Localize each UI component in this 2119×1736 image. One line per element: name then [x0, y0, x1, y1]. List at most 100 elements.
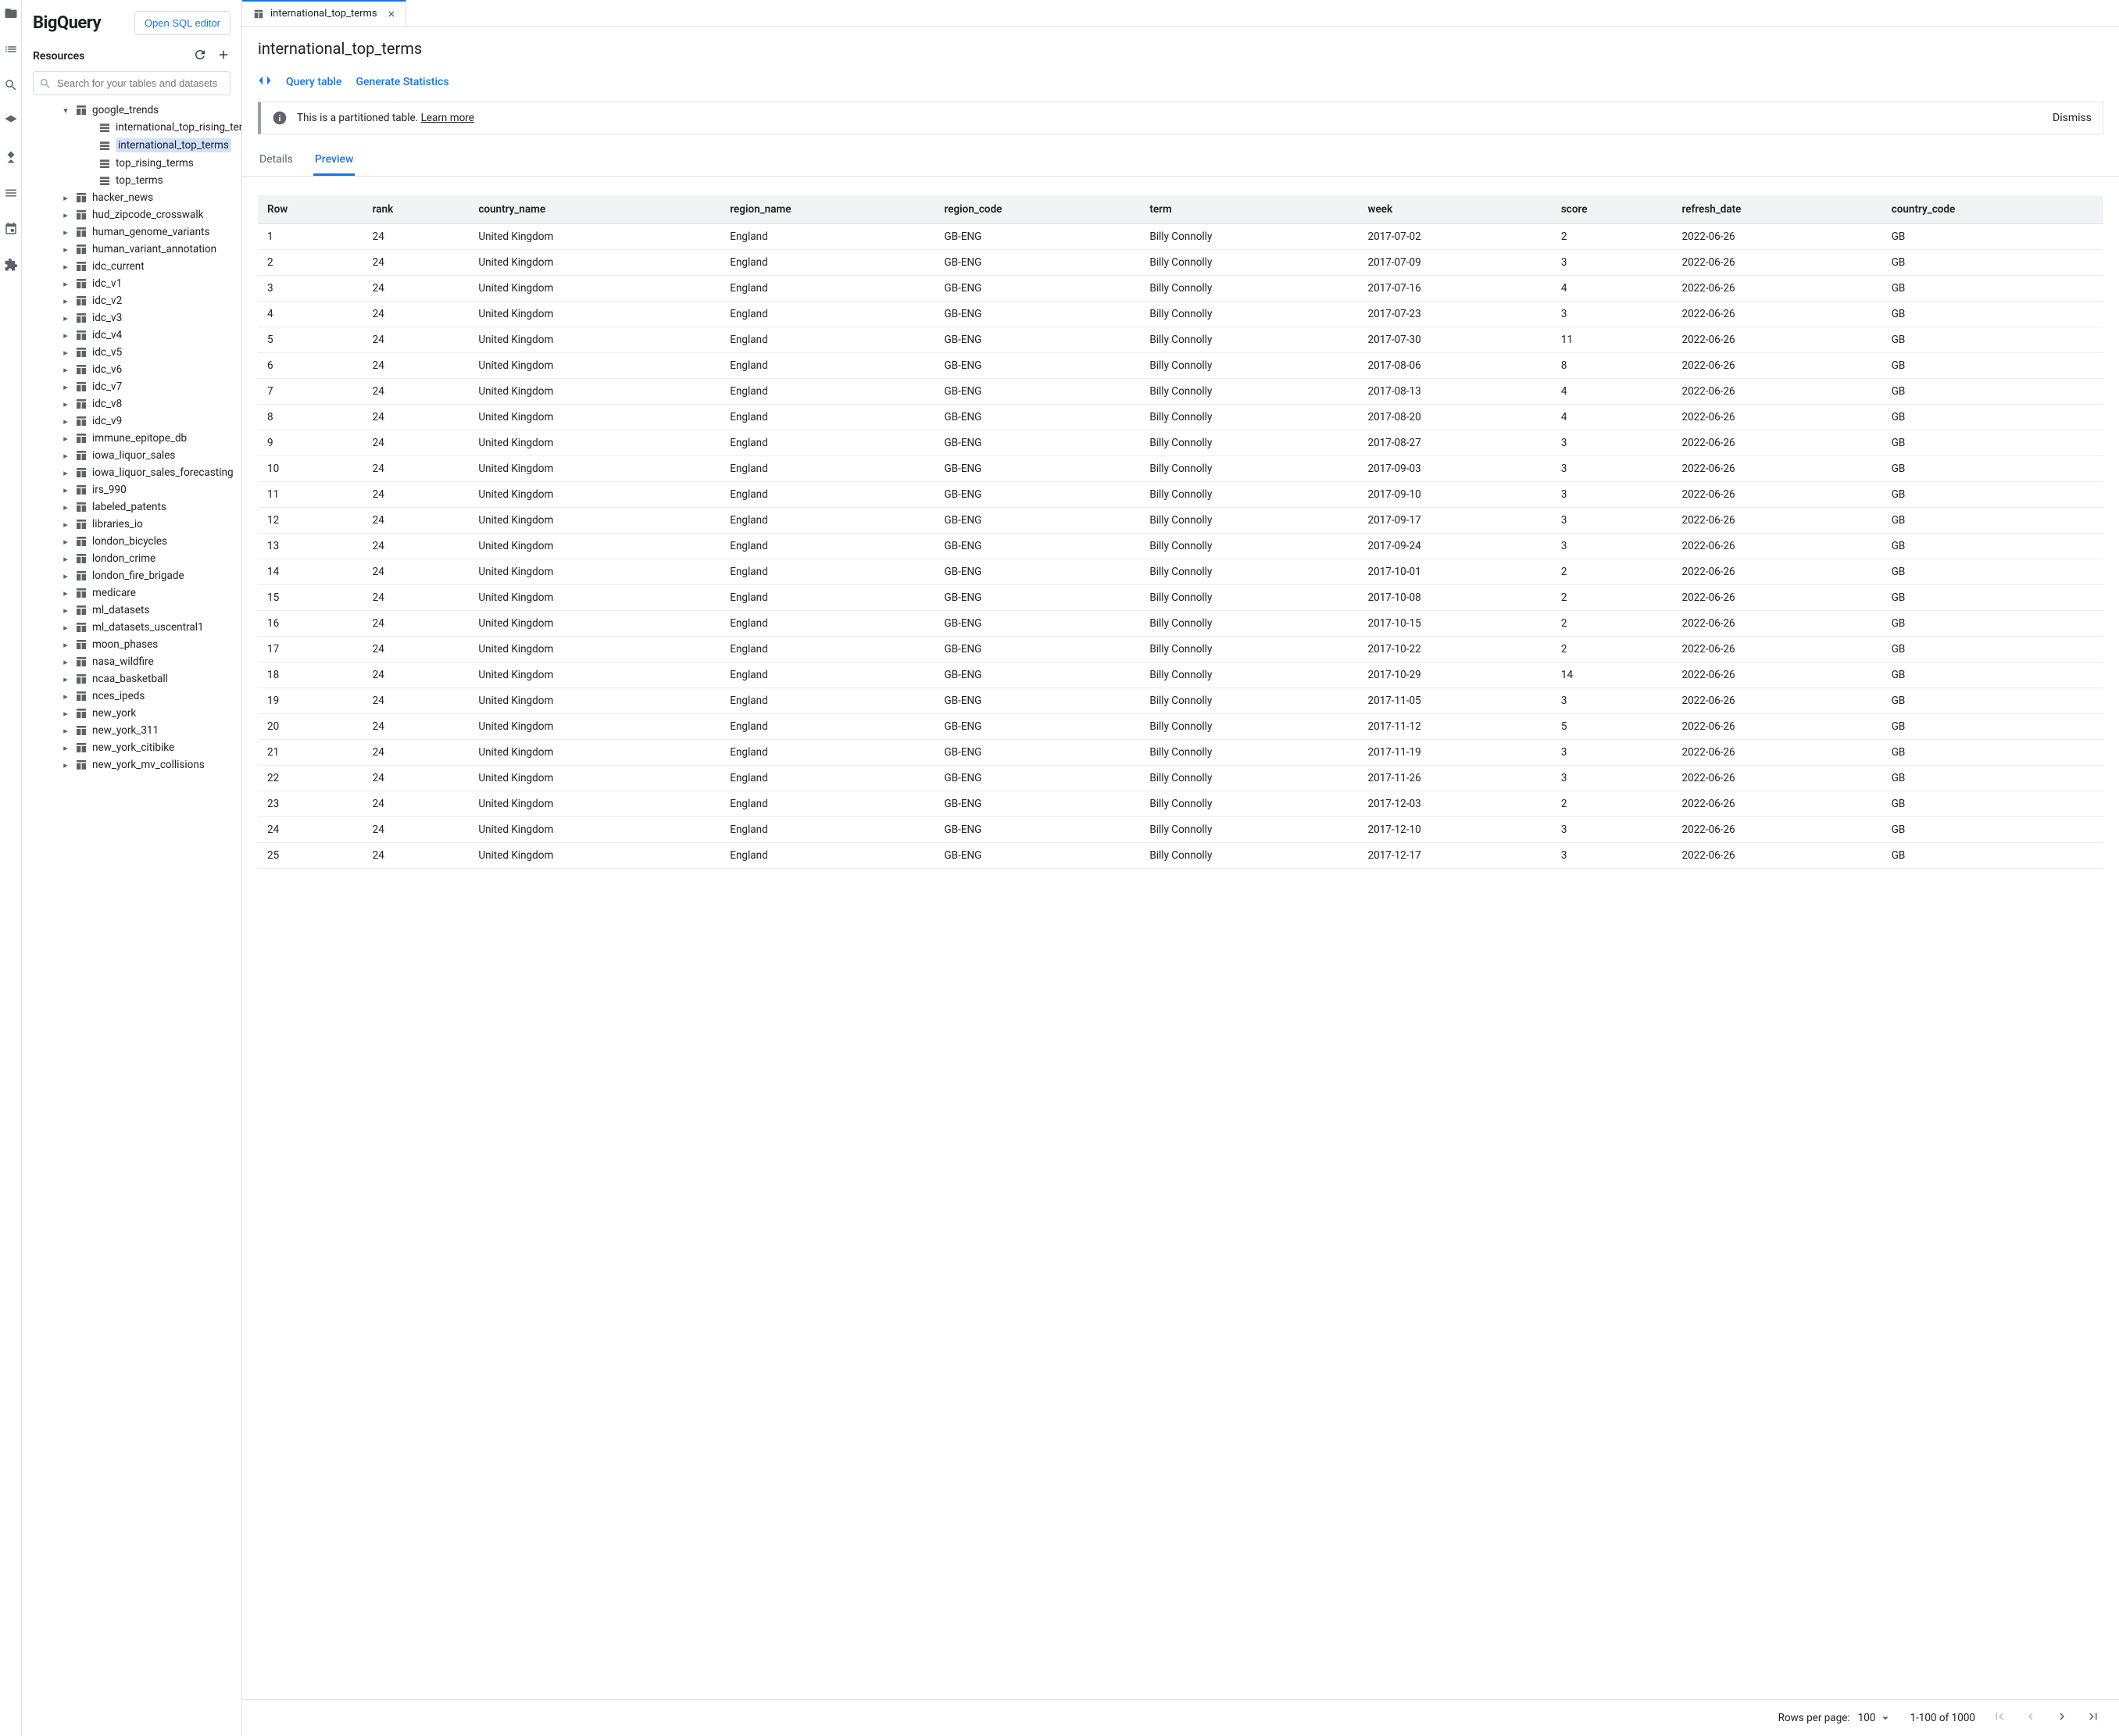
dataset-item[interactable]: ▸immune_epitope_db — [22, 430, 241, 447]
list-icon[interactable] — [4, 42, 18, 59]
dataset-item[interactable]: ▸london_fire_brigade — [22, 567, 241, 584]
dismiss-button[interactable]: Dismiss — [2053, 112, 2092, 124]
dataset-item[interactable]: ▸iowa_liquor_sales — [22, 447, 241, 464]
expand-icon[interactable] — [258, 73, 272, 91]
generate-stats-link[interactable]: Generate Statistics — [356, 76, 448, 88]
query-table-link[interactable]: Query table — [286, 76, 341, 88]
shape-icon[interactable] — [4, 114, 18, 131]
column-header[interactable]: rank — [363, 195, 470, 224]
next-page-button[interactable] — [2055, 1709, 2069, 1727]
first-page-button[interactable] — [1992, 1709, 2006, 1727]
table-row[interactable]: 624United KingdomEnglandGB-ENGBilly Conn… — [258, 353, 2103, 379]
table-item[interactable]: international_top_rising_terms — [22, 119, 241, 136]
dataset-item[interactable]: ▸new_york_311 — [22, 722, 241, 739]
dataset-item[interactable]: ▸irs_990 — [22, 481, 241, 498]
column-header[interactable]: term — [1140, 195, 1358, 224]
folder-icon[interactable] — [4, 6, 18, 23]
diamond-icon[interactable] — [4, 150, 18, 167]
table-row[interactable]: 1624United KingdomEnglandGB-ENGBilly Con… — [258, 611, 2103, 637]
dataset-item[interactable]: ▸london_crime — [22, 550, 241, 567]
menu-icon[interactable] — [4, 186, 18, 203]
table-row[interactable]: 324United KingdomEnglandGB-ENGBilly Conn… — [258, 276, 2103, 302]
dataset-item[interactable]: ▸idc_v2 — [22, 292, 241, 309]
dataset-item[interactable]: ▸idc_v1 — [22, 275, 241, 292]
tab-preview[interactable]: Preview — [313, 145, 356, 176]
search-input[interactable] — [33, 71, 230, 95]
table-row[interactable]: 2024United KingdomEnglandGB-ENGBilly Con… — [258, 714, 2103, 740]
dataset-item[interactable]: ▾google_trends — [22, 102, 241, 119]
table-row[interactable]: 2524United KingdomEnglandGB-ENGBilly Con… — [258, 843, 2103, 869]
dataset-item[interactable]: ▸nces_ipeds — [22, 688, 241, 705]
table-row[interactable]: 924United KingdomEnglandGB-ENGBilly Conn… — [258, 430, 2103, 456]
dataset-item[interactable]: ▸libraries_io — [22, 516, 241, 533]
table-container[interactable]: Rowrankcountry_nameregion_nameregion_cod… — [258, 195, 2103, 1699]
learn-more-link[interactable]: Learn more — [421, 112, 474, 124]
table-row[interactable]: 1124United KingdomEnglandGB-ENGBilly Con… — [258, 482, 2103, 508]
rows-per-page-select[interactable]: 100 — [1858, 1711, 1893, 1725]
dataset-item[interactable]: ▸medicare — [22, 584, 241, 602]
table-item[interactable]: top_terms — [22, 172, 241, 189]
dataset-item[interactable]: ▸new_york_citibike — [22, 739, 241, 756]
dataset-item[interactable]: ▸human_genome_variants — [22, 223, 241, 241]
column-header[interactable]: refresh_date — [1672, 195, 1881, 224]
table-row[interactable]: 1224United KingdomEnglandGB-ENGBilly Con… — [258, 508, 2103, 534]
table-row[interactable]: 124United KingdomEnglandGB-ENGBilly Conn… — [258, 224, 2103, 250]
column-header[interactable]: country_code — [1882, 195, 2103, 224]
resource-tree[interactable]: ▾google_trendsinternational_top_rising_t… — [22, 102, 241, 1736]
column-header[interactable]: week — [1359, 195, 1552, 224]
editor-tab[interactable]: international_top_terms × — [242, 0, 406, 26]
dataset-item[interactable]: ▸ml_datasets_uscentral1 — [22, 619, 241, 636]
schedule-icon[interactable] — [4, 222, 18, 239]
open-sql-editor-button[interactable]: Open SQL editor — [134, 11, 230, 35]
table-row[interactable]: 724United KingdomEnglandGB-ENGBilly Conn… — [258, 379, 2103, 405]
dataset-item[interactable]: ▸idc_v9 — [22, 413, 241, 430]
add-icon[interactable] — [216, 48, 230, 65]
dataset-item[interactable]: ▸idc_v5 — [22, 344, 241, 361]
dataset-item[interactable]: ▸human_variant_annotation — [22, 241, 241, 258]
column-header[interactable]: Row — [258, 195, 363, 224]
dataset-item[interactable]: ▸idc_v6 — [22, 361, 241, 378]
dataset-item[interactable]: ▸iowa_liquor_sales_forecasting — [22, 464, 241, 481]
dataset-item[interactable]: ▸new_york_mv_collisions — [22, 756, 241, 773]
column-header[interactable]: country_name — [469, 195, 720, 224]
dataset-item[interactable]: ▸idc_v3 — [22, 309, 241, 327]
table-row[interactable]: 1824United KingdomEnglandGB-ENGBilly Con… — [258, 663, 2103, 688]
prev-page-button[interactable] — [2024, 1709, 2038, 1727]
dataset-item[interactable]: ▸new_york — [22, 705, 241, 722]
table-row[interactable]: 424United KingdomEnglandGB-ENGBilly Conn… — [258, 302, 2103, 327]
table-row[interactable]: 1324United KingdomEnglandGB-ENGBilly Con… — [258, 534, 2103, 559]
refresh-icon[interactable] — [193, 48, 207, 65]
dataset-item[interactable]: ▸nasa_wildfire — [22, 653, 241, 670]
table-item[interactable]: international_top_terms — [22, 136, 241, 155]
table-row[interactable]: 1024United KingdomEnglandGB-ENGBilly Con… — [258, 456, 2103, 482]
table-row[interactable]: 1424United KingdomEnglandGB-ENGBilly Con… — [258, 559, 2103, 585]
dataset-item[interactable]: ▸ml_datasets — [22, 602, 241, 619]
table-row[interactable]: 224United KingdomEnglandGB-ENGBilly Conn… — [258, 250, 2103, 276]
table-row[interactable]: 2224United KingdomEnglandGB-ENGBilly Con… — [258, 766, 2103, 791]
last-page-button[interactable] — [2086, 1709, 2100, 1727]
dataset-item[interactable]: ▸london_bicycles — [22, 533, 241, 550]
table-item[interactable]: top_rising_terms — [22, 155, 241, 172]
dataset-item[interactable]: ▸idc_v8 — [22, 395, 241, 413]
table-row[interactable]: 1724United KingdomEnglandGB-ENGBilly Con… — [258, 637, 2103, 663]
table-row[interactable]: 824United KingdomEnglandGB-ENGBilly Conn… — [258, 405, 2103, 430]
table-row[interactable]: 524United KingdomEnglandGB-ENGBilly Conn… — [258, 327, 2103, 353]
tab-details[interactable]: Details — [258, 145, 295, 176]
dataset-item[interactable]: ▸idc_v7 — [22, 378, 241, 395]
dataset-item[interactable]: ▸idc_current — [22, 258, 241, 275]
dataset-item[interactable]: ▸labeled_patents — [22, 498, 241, 516]
dataset-item[interactable]: ▸idc_v4 — [22, 327, 241, 344]
close-icon[interactable]: × — [388, 6, 395, 21]
dataset-item[interactable]: ▸ncaa_basketball — [22, 670, 241, 688]
dataset-item[interactable]: ▸moon_phases — [22, 636, 241, 653]
dataset-item[interactable]: ▸hacker_news — [22, 189, 241, 206]
query-history-icon[interactable] — [4, 78, 18, 95]
extension-icon[interactable] — [4, 258, 18, 275]
table-row[interactable]: 2124United KingdomEnglandGB-ENGBilly Con… — [258, 740, 2103, 766]
column-header[interactable]: region_code — [935, 195, 1141, 224]
column-header[interactable]: score — [1552, 195, 1673, 224]
table-row[interactable]: 2324United KingdomEnglandGB-ENGBilly Con… — [258, 791, 2103, 817]
table-row[interactable]: 1524United KingdomEnglandGB-ENGBilly Con… — [258, 585, 2103, 611]
dataset-item[interactable]: ▸hud_zipcode_crosswalk — [22, 206, 241, 223]
table-row[interactable]: 2424United KingdomEnglandGB-ENGBilly Con… — [258, 817, 2103, 843]
